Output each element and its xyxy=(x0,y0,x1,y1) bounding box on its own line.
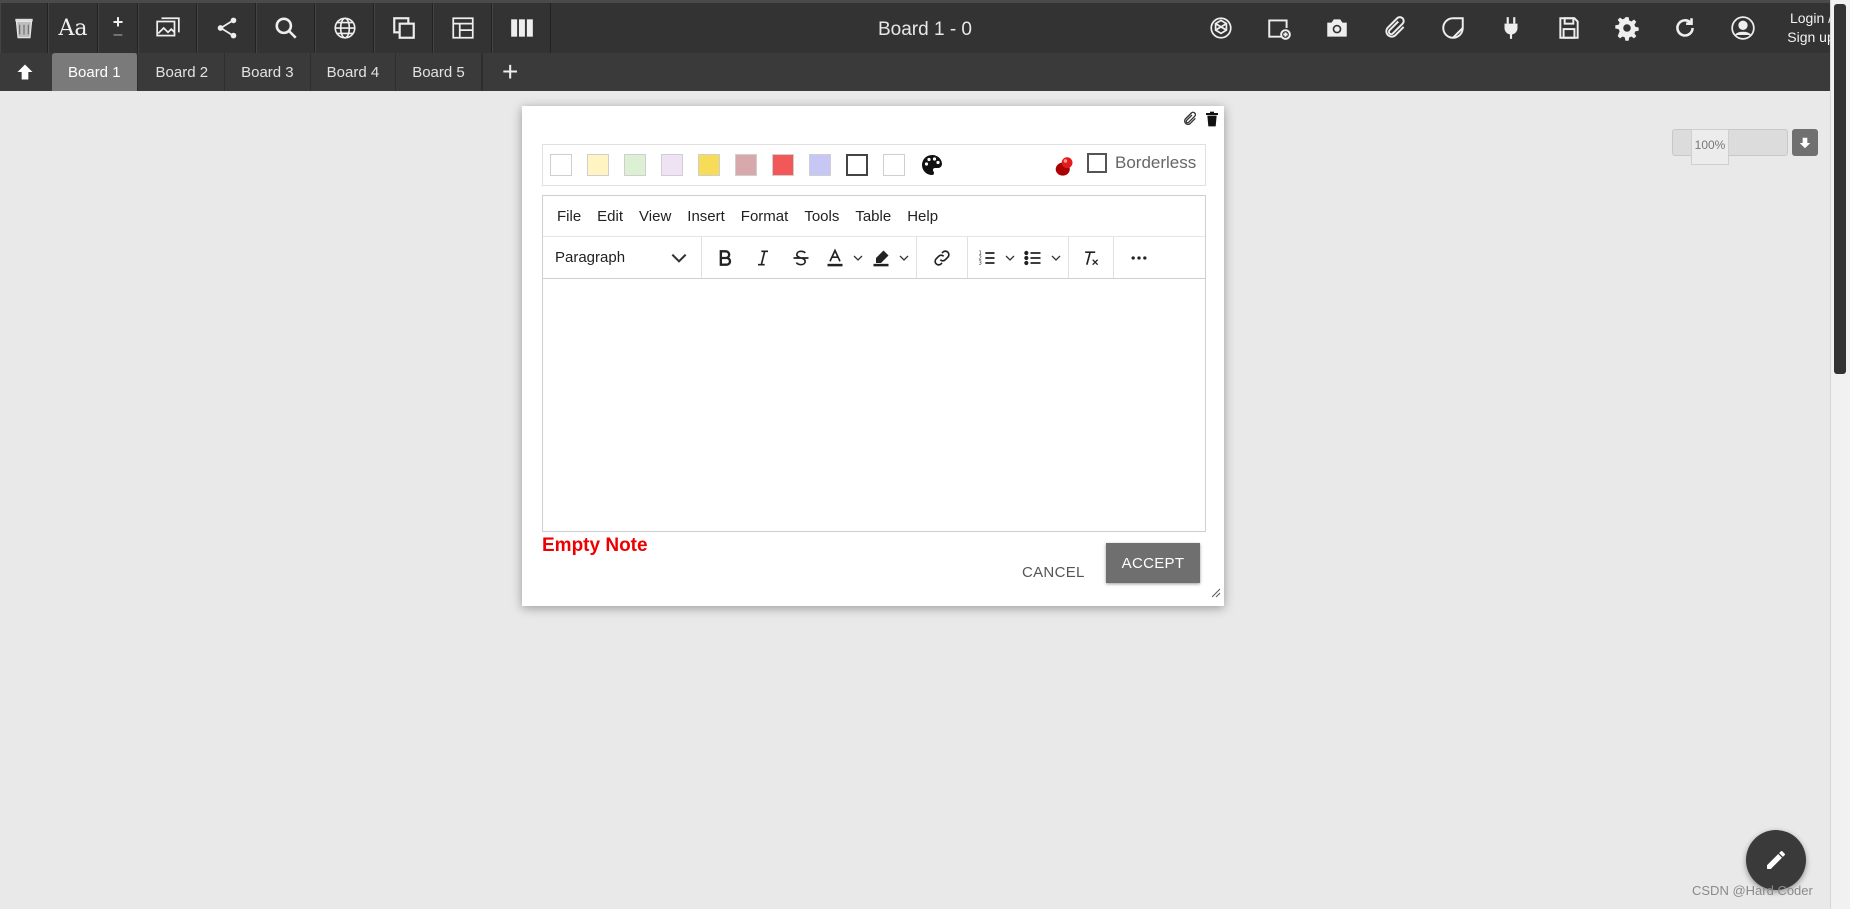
board-tabs-bar: Board 1 Board 2 Board 3 Board 4 Board 5 … xyxy=(0,53,1850,91)
refresh-icon[interactable] xyxy=(1656,3,1714,53)
menu-view[interactable]: View xyxy=(631,208,679,225)
globe-icon[interactable] xyxy=(315,3,374,53)
borderless-toggle[interactable]: Borderless xyxy=(1087,153,1196,173)
rich-text-editor: File Edit View Insert Format Tools Table… xyxy=(542,195,1206,532)
chevron-down-icon[interactable] xyxy=(1048,252,1064,264)
edit-fab-button[interactable] xyxy=(1746,830,1806,890)
arrow-up-icon[interactable] xyxy=(0,53,50,91)
borderless-checkbox[interactable] xyxy=(1087,153,1107,173)
plug-icon[interactable] xyxy=(1482,3,1540,53)
color-swatch-5[interactable] xyxy=(698,154,720,176)
menu-table[interactable]: Table xyxy=(847,208,899,225)
numbered-list-icon[interactable]: 123 xyxy=(972,242,1002,274)
add-board-button[interactable]: + xyxy=(481,53,538,91)
add-icon[interactable]: + – xyxy=(98,3,138,53)
font-icon[interactable]: Aa xyxy=(48,3,98,53)
color-swatch-9[interactable] xyxy=(846,154,868,176)
clear-formatting-icon[interactable] xyxy=(1073,242,1109,274)
editor-content-area[interactable] xyxy=(543,279,1205,529)
image-icon[interactable] xyxy=(138,3,197,53)
cancel-button[interactable]: CANCEL xyxy=(1012,552,1095,592)
save-icon[interactable] xyxy=(1540,3,1598,53)
tab-board-4[interactable]: Board 4 xyxy=(311,53,397,91)
color-swatch-8[interactable] xyxy=(809,154,831,176)
more-options-icon[interactable] xyxy=(1118,242,1160,274)
add-note-icon[interactable] xyxy=(1250,3,1308,53)
menu-insert[interactable]: Insert xyxy=(679,208,733,225)
pushpin-icon[interactable] xyxy=(1053,154,1079,185)
chevron-down-icon[interactable] xyxy=(1002,252,1018,264)
gear-icon[interactable] xyxy=(1598,3,1656,53)
scrollbar-thumb[interactable] xyxy=(1834,4,1846,374)
color-swatch-7[interactable] xyxy=(772,154,794,176)
vertical-scrollbar[interactable] xyxy=(1830,0,1850,909)
sticker-icon[interactable] xyxy=(1424,3,1482,53)
chevron-down-icon xyxy=(671,253,687,263)
zoom-control: 100% xyxy=(1672,129,1818,165)
color-swatch-3[interactable] xyxy=(624,154,646,176)
search-icon[interactable] xyxy=(256,3,315,53)
block-format-select[interactable]: Paragraph xyxy=(547,242,697,274)
tab-board-2[interactable]: Board 2 xyxy=(140,53,226,91)
color-swatch-10[interactable] xyxy=(883,154,905,176)
layout-icon[interactable] xyxy=(433,3,492,53)
menu-tools[interactable]: Tools xyxy=(796,208,847,225)
menu-file[interactable]: File xyxy=(549,208,589,225)
camera-icon[interactable] xyxy=(1308,3,1366,53)
chevron-down-icon[interactable] xyxy=(896,252,912,264)
editor-menubar: File Edit View Insert Format Tools Table… xyxy=(543,196,1205,237)
resize-handle-icon[interactable] xyxy=(1211,585,1221,603)
strikethrough-icon[interactable] xyxy=(782,242,820,274)
link-icon[interactable] xyxy=(921,242,963,274)
tab-board-3[interactable]: Board 3 xyxy=(225,53,311,91)
borderless-label: Borderless xyxy=(1115,153,1197,172)
color-swatch-4[interactable] xyxy=(661,154,683,176)
openai-icon[interactable] xyxy=(1192,3,1250,53)
palette-icon[interactable] xyxy=(920,153,944,177)
highlight-icon[interactable] xyxy=(866,242,896,274)
pencil-icon xyxy=(1767,851,1785,869)
bold-icon[interactable] xyxy=(706,242,744,274)
italic-icon[interactable] xyxy=(744,242,782,274)
note-color-bar: Borderless xyxy=(542,144,1206,186)
toolbar-right: Login / Sign up xyxy=(1192,3,1850,53)
stack-icon[interactable] xyxy=(374,3,433,53)
trash-bin-icon[interactable] xyxy=(0,3,48,53)
columns-icon[interactable] xyxy=(492,3,551,53)
user-icon[interactable] xyxy=(1714,3,1772,53)
color-swatch-2[interactable] xyxy=(587,154,609,176)
top-toolbar: Aa + – Board 1 - 0 Login / Sign up xyxy=(0,0,1850,53)
svg-text:3: 3 xyxy=(979,260,982,266)
note-attach-icon[interactable] xyxy=(1182,111,1198,127)
editor-toolbar: Paragraph 1 2 3 xyxy=(543,237,1205,279)
menu-format[interactable]: Format xyxy=(733,208,797,225)
menu-edit[interactable]: Edit xyxy=(589,208,631,225)
color-swatch-6[interactable] xyxy=(735,154,757,176)
paperclip-icon[interactable] xyxy=(1366,3,1424,53)
zoom-value[interactable]: 100% xyxy=(1691,129,1729,165)
watermark-text: CSDN @Hard Coder xyxy=(1692,883,1813,898)
chevron-down-icon[interactable] xyxy=(850,252,866,264)
tab-board-1[interactable]: Board 1 xyxy=(52,53,138,91)
share-icon[interactable] xyxy=(197,3,256,53)
accept-button[interactable]: ACCEPT xyxy=(1106,543,1200,583)
text-color-icon[interactable] xyxy=(820,242,850,274)
tab-board-5[interactable]: Board 5 xyxy=(396,53,482,91)
note-editor-dialog: Borderless File Edit View Insert Format … xyxy=(522,106,1224,606)
note-delete-icon[interactable] xyxy=(1204,110,1220,128)
note-status: Empty Note xyxy=(542,535,648,556)
arrow-down-icon xyxy=(1799,137,1811,148)
menu-help[interactable]: Help xyxy=(899,208,946,225)
color-swatch-1[interactable] xyxy=(550,154,572,176)
zoom-down-button[interactable] xyxy=(1792,129,1818,156)
bullet-list-icon[interactable] xyxy=(1018,242,1048,274)
zoom-slider[interactable]: 100% xyxy=(1672,129,1788,165)
